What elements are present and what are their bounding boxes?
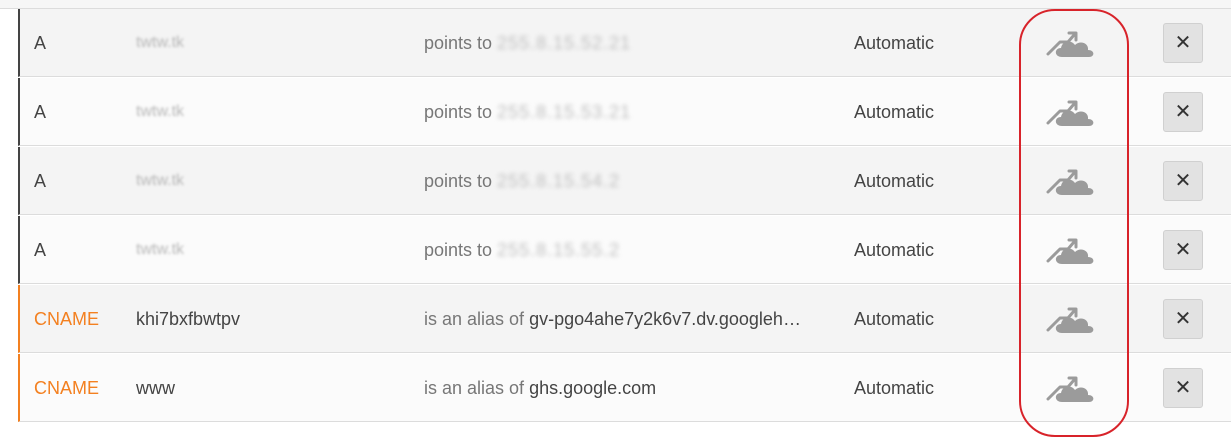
cloud-proxy-toggle[interactable] [1040,228,1100,272]
record-value[interactable]: points to 255.8.15.54.2 [424,147,836,215]
record-type: CNAME [34,309,100,329]
record-value[interactable]: is an alias of ghs.google.com [424,354,836,422]
value-prefix: points to [424,33,493,53]
delete-record-button[interactable]: ✕ [1163,368,1203,408]
value-target: 255.8.15.52.21 [497,33,632,53]
cloud-proxy-icon [1046,169,1094,195]
value-prefix: points to [424,171,493,191]
cloud-proxy-icon [1046,238,1094,264]
delete-record-button[interactable]: ✕ [1163,92,1203,132]
dns-records-table: A twtw.tk points to 255.8.15.52.21 Autom… [0,0,1231,422]
table-row: A twtw.tk points to 255.8.15.54.2 Automa… [18,147,1231,215]
delete-record-button[interactable]: ✕ [1163,230,1203,270]
value-target: 255.8.15.53.21 [497,102,632,122]
cloud-proxy-toggle[interactable] [1040,21,1100,65]
record-value[interactable]: points to 255.8.15.52.21 [424,9,836,77]
value-target: 255.8.15.55.2 [497,240,621,260]
delete-record-button[interactable]: ✕ [1163,299,1203,339]
record-type: A [34,102,47,122]
record-ttl[interactable]: Automatic [854,78,934,146]
record-type: A [34,240,47,260]
cloud-proxy-toggle[interactable] [1040,297,1100,341]
record-name[interactable]: khi7bxfbwtpv [136,285,240,353]
record-name[interactable]: twtw.tk [136,216,184,284]
table-row: A twtw.tk points to 255.8.15.53.21 Autom… [18,78,1231,146]
table-bottom-space [18,422,1231,440]
record-ttl[interactable]: Automatic [854,9,934,77]
delete-record-button[interactable]: ✕ [1163,161,1203,201]
record-name[interactable]: twtw.tk [136,78,184,146]
cloud-proxy-toggle[interactable] [1040,366,1100,410]
record-name[interactable]: twtw.tk [136,9,184,77]
value-prefix: points to [424,102,493,122]
record-name[interactable]: twtw.tk [136,147,184,215]
cloud-proxy-toggle[interactable] [1040,159,1100,203]
table-row: A twtw.tk points to 255.8.15.52.21 Autom… [18,9,1231,77]
record-type: A [34,171,47,191]
value-prefix: is an alias of [424,378,525,398]
record-ttl[interactable]: Automatic [854,147,934,215]
value-prefix: points to [424,240,493,260]
record-value[interactable]: is an alias of gv-pgo4ahe7y2k6v7.dv.goog… [424,285,836,353]
cloud-proxy-icon [1046,307,1094,333]
cloud-proxy-icon [1046,376,1094,402]
value-target: ghs.google.com [529,378,657,398]
record-ttl[interactable]: Automatic [854,216,934,284]
table-row: A twtw.tk points to 255.8.15.55.2 Automa… [18,216,1231,284]
table-row: CNAME www is an alias of ghs.google.com … [18,354,1231,422]
value-target: gv-pgo4ahe7y2k6v7.dv.googleh… [529,309,801,329]
record-value[interactable]: points to 255.8.15.53.21 [424,78,836,146]
cloud-proxy-toggle[interactable] [1040,90,1100,134]
value-prefix: is an alias of [424,309,525,329]
record-name[interactable]: www [136,354,175,422]
record-type: A [34,33,47,53]
record-value[interactable]: points to 255.8.15.55.2 [424,216,836,284]
record-ttl[interactable]: Automatic [854,354,934,422]
cloud-proxy-icon [1046,31,1094,57]
value-target: 255.8.15.54.2 [497,171,621,191]
delete-record-button[interactable]: ✕ [1163,23,1203,63]
table-row: CNAME khi7bxfbwtpv is an alias of gv-pgo… [18,285,1231,353]
cloud-proxy-icon [1046,100,1094,126]
record-ttl[interactable]: Automatic [854,285,934,353]
table-top-edge [0,0,1231,9]
record-type: CNAME [34,378,100,398]
